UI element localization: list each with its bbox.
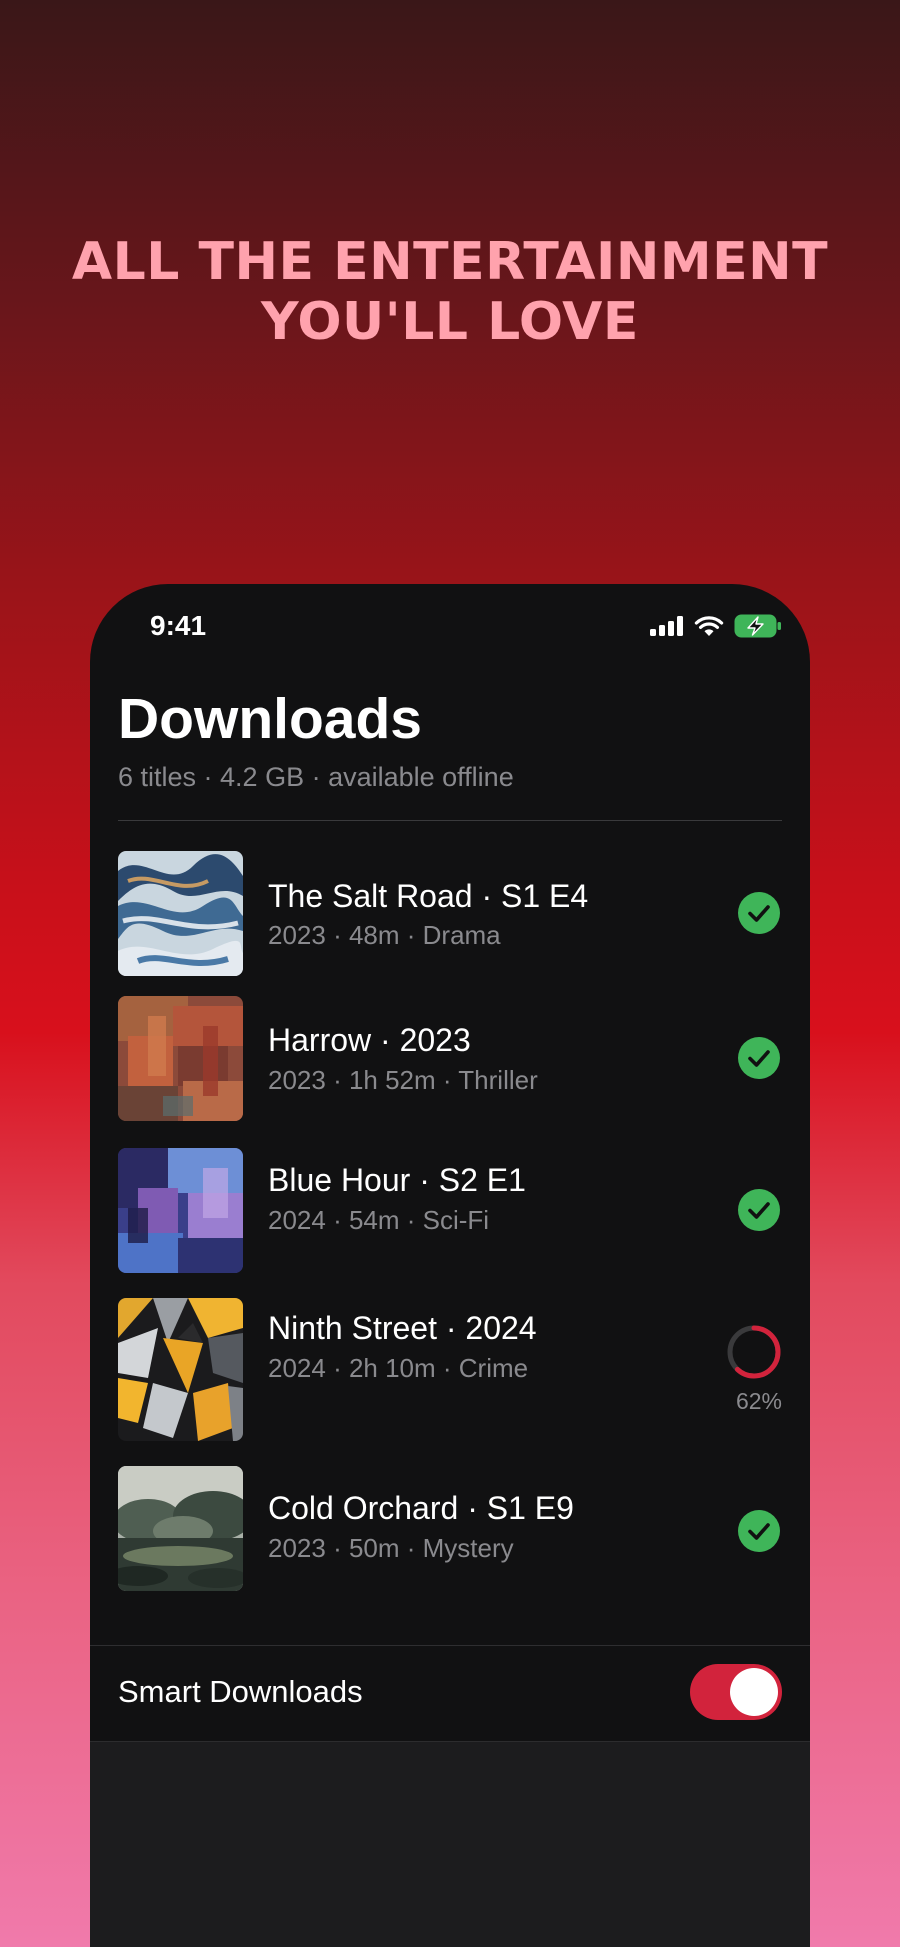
- downloaded-check-icon: [738, 1189, 780, 1231]
- download-progress-ring: [727, 1325, 781, 1379]
- promo-headline: ALL THE ENTERTAINMENT YOU'LL LOVE: [0, 232, 900, 352]
- thumbnail-the-salt-road: [118, 851, 243, 976]
- toggle-knob: [730, 1668, 778, 1716]
- row-title: Ninth Street · 2024: [268, 1310, 537, 1346]
- wifi-icon: [694, 615, 724, 642]
- download-row[interactable]: Blue Hour · S2 E1 2024 · 54m · Sci-Fi: [118, 1148, 782, 1273]
- row-meta: 2024 · 2h 10m · Crime: [268, 1353, 529, 1383]
- row-meta: 2024 · 54m · Sci-Fi: [268, 1205, 490, 1235]
- phone-screen: 9:41 Downloads 6 titles · 4.2 GB · avail…: [90, 584, 810, 1947]
- downloaded-check-icon: [738, 1037, 780, 1079]
- download-row[interactable]: Harrow · 2023 2023 · 1h 52m · Thriller: [118, 996, 782, 1121]
- downloaded-check-icon: [738, 892, 780, 934]
- download-row[interactable]: Cold Orchard · S1 E9 2023 · 50m · Myster…: [118, 1466, 782, 1591]
- header-divider: [118, 820, 782, 821]
- battery-charging-icon: [734, 614, 782, 643]
- smart-downloads-label: Smart Downloads: [118, 1674, 363, 1709]
- smart-downloads-toggle[interactable]: [690, 1664, 782, 1720]
- signal-icon: [650, 616, 684, 641]
- thumbnail-ninth-street: [118, 1298, 243, 1441]
- download-progress-label: 62%: [735, 1388, 782, 1414]
- row-title: Blue Hour · S2 E1: [268, 1162, 526, 1198]
- download-row[interactable]: The Salt Road · S1 E4 2023 · 48m · Drama: [118, 851, 782, 976]
- thumbnail-blue-hour: [118, 1148, 243, 1273]
- status-time: 9:41: [150, 610, 207, 641]
- promo-headline-line-1: ALL THE ENTERTAINMENT: [71, 232, 829, 292]
- bottom-area: [90, 1741, 810, 1947]
- row-meta: 2023 · 1h 52m · Thriller: [268, 1065, 538, 1095]
- status-icons: [650, 614, 782, 643]
- row-title: The Salt Road · S1 E4: [268, 878, 589, 914]
- row-meta: 2023 · 50m · Mystery: [268, 1533, 514, 1563]
- row-meta: 2023 · 48m · Drama: [268, 920, 501, 950]
- downloaded-check-icon: [738, 1510, 780, 1552]
- page-title: Downloads: [118, 687, 423, 751]
- download-row[interactable]: Ninth Street · 2024 2024 · 2h 10m · Crim…: [118, 1298, 782, 1441]
- row-title: Cold Orchard · S1 E9: [268, 1490, 574, 1526]
- smart-downloads-divider: [90, 1645, 810, 1646]
- thumbnail-cold-orchard: [118, 1466, 243, 1591]
- thumbnail-harrow: [118, 996, 243, 1121]
- downloads-summary: 6 titles · 4.2 GB · available offline: [118, 762, 514, 792]
- promo-headline-line-2: YOU'LL LOVE: [261, 292, 639, 352]
- row-title: Harrow · 2023: [268, 1022, 471, 1058]
